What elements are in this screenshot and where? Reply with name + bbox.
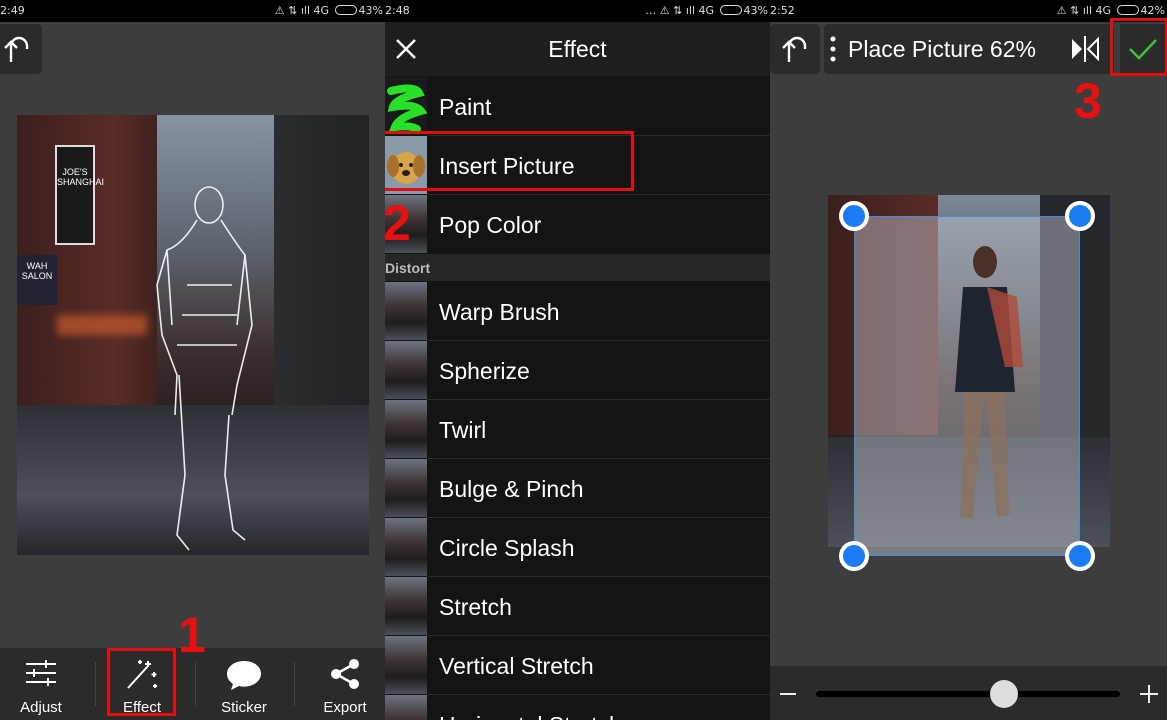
sketch-figure-overlay bbox=[156, 186, 253, 551]
sliders-icon bbox=[26, 660, 56, 686]
battery-level: 43% bbox=[358, 4, 383, 17]
status-time: 2:52 bbox=[770, 4, 795, 17]
speech-bubble-icon bbox=[227, 661, 261, 690]
page-title: Effect bbox=[548, 36, 607, 62]
step-number-1: 1 bbox=[178, 607, 206, 663]
city-thumb bbox=[385, 636, 427, 694]
effect-item-twirl[interactable]: Twirl bbox=[385, 400, 770, 459]
battery-icon bbox=[334, 5, 357, 15]
undo-icon bbox=[4, 36, 29, 62]
city-thumb bbox=[385, 695, 427, 720]
tab-adjust-label: Adjust bbox=[20, 699, 62, 716]
divider bbox=[294, 662, 295, 706]
network-type: 4G bbox=[313, 4, 330, 17]
paint-thumb bbox=[385, 77, 427, 135]
status-bar: 2:49 ⚠ ⇅ ıll 4G 43% bbox=[0, 0, 385, 22]
effect-item-label: Spherize bbox=[439, 358, 530, 384]
section-header-distort: Distort bbox=[385, 254, 770, 281]
tab-sticker-label: Sticker bbox=[221, 699, 267, 716]
plus-icon-vertical bbox=[1148, 685, 1150, 703]
city-thumb bbox=[385, 577, 427, 635]
network-type: 4G bbox=[1095, 4, 1112, 17]
building-right bbox=[274, 115, 369, 445]
neon-glow bbox=[57, 315, 147, 335]
effect-item-stretch[interactable]: Stretch bbox=[385, 577, 770, 636]
status-icons: ⚠ ⇅ ıll 4G 42% bbox=[1056, 4, 1165, 17]
opacity-slider-bar bbox=[770, 666, 1167, 720]
slider-knob[interactable] bbox=[990, 680, 1019, 708]
city-thumb bbox=[385, 518, 427, 576]
person-figure bbox=[955, 246, 1023, 519]
inserted-picture-overlay[interactable] bbox=[854, 216, 1080, 556]
effect-header: Effect bbox=[385, 22, 770, 76]
city-thumb bbox=[385, 459, 427, 517]
status-bar: 2:48 … ⚠ ⇅ ıll 4G 43% bbox=[385, 0, 770, 22]
effect-item-label: Stretch bbox=[439, 594, 512, 620]
effect-item-label: Pop Color bbox=[439, 212, 542, 238]
highlight-effect-tab bbox=[107, 648, 176, 716]
effect-item-label: Bulge & Pinch bbox=[439, 476, 584, 502]
effect-item-bulge-pinch[interactable]: Bulge & Pinch bbox=[385, 459, 770, 518]
effect-item-pop-color[interactable]: Pop Color bbox=[385, 195, 770, 254]
highlight-insert-picture bbox=[385, 131, 634, 191]
effect-item-horizontal-stretch[interactable]: Horizontal Stretch bbox=[385, 695, 770, 720]
resize-handle-bottom-left[interactable] bbox=[839, 541, 869, 571]
tab-export[interactable]: Export bbox=[297, 648, 385, 720]
slider-track[interactable] bbox=[816, 691, 1120, 697]
status-icons: … ⚠ ⇅ ıll 4G 43% bbox=[645, 4, 768, 17]
undo-button[interactable] bbox=[770, 24, 820, 74]
battery-level: 43% bbox=[743, 4, 768, 17]
flip-horizontal-icon[interactable] bbox=[1070, 36, 1100, 62]
effect-item-circle-splash[interactable]: Circle Splash bbox=[385, 518, 770, 577]
salon-sign: WAH SALON bbox=[17, 255, 57, 305]
step-number-2: 2 bbox=[385, 195, 411, 251]
section-label: Distort bbox=[385, 260, 431, 276]
undo-icon bbox=[782, 36, 807, 62]
battery-level: 42% bbox=[1140, 4, 1165, 17]
effect-item-label: Circle Splash bbox=[439, 535, 575, 561]
resize-handle-bottom-right[interactable] bbox=[1065, 541, 1095, 571]
effect-item-label: Paint bbox=[439, 94, 492, 120]
tab-sticker[interactable]: Sticker bbox=[196, 648, 292, 720]
place-picture-screen: 2:52 ⚠ ⇅ ıll 4G 42% Place Picture 62% 3 bbox=[770, 0, 1167, 720]
tab-export-label: Export bbox=[323, 699, 367, 716]
status-time: 2:48 bbox=[385, 4, 410, 17]
share-icon bbox=[331, 659, 359, 689]
page-title: Place Picture 62% bbox=[848, 36, 1036, 62]
more-options-icon[interactable] bbox=[830, 36, 836, 62]
paint-brush-icon bbox=[387, 84, 427, 133]
effect-item-paint[interactable]: Paint bbox=[385, 77, 770, 136]
status-icons: ⚠ ⇅ ıll 4G 43% bbox=[274, 4, 383, 17]
effect-item-vertical-stretch[interactable]: Vertical Stretch bbox=[385, 636, 770, 695]
photo-editor-screen: 2:49 ⚠ ⇅ ıll 4G 43% JOE'S SHANGHAI WAH S… bbox=[0, 0, 385, 720]
place-picture-header: Place Picture 62% bbox=[824, 24, 1114, 74]
battery-icon bbox=[1116, 5, 1139, 15]
status-time: 2:49 bbox=[0, 4, 25, 17]
minus-icon[interactable] bbox=[780, 693, 796, 695]
resize-handle-top-left[interactable] bbox=[839, 201, 869, 231]
resize-handle-top-right[interactable] bbox=[1065, 201, 1095, 231]
effect-item-label: Horizontal Stretch bbox=[439, 712, 622, 720]
tab-adjust[interactable]: Adjust bbox=[0, 648, 89, 720]
effect-item-label: Twirl bbox=[439, 417, 487, 443]
network-type: 4G bbox=[698, 4, 715, 17]
city-thumb bbox=[385, 400, 427, 458]
shanghai-sign: JOE'S SHANGHAI bbox=[55, 145, 104, 245]
effect-item-spherize[interactable]: Spherize bbox=[385, 341, 770, 400]
edited-photo[interactable]: JOE'S SHANGHAI WAH SALON bbox=[17, 115, 369, 555]
city-thumb bbox=[385, 282, 427, 340]
step-number-3: 3 bbox=[1074, 73, 1102, 129]
status-bar: 2:52 ⚠ ⇅ ıll 4G 42% bbox=[770, 0, 1167, 22]
effect-item-label: Warp Brush bbox=[439, 299, 560, 325]
effect-item-label: Vertical Stretch bbox=[439, 653, 594, 679]
city-thumb bbox=[385, 341, 427, 399]
effect-item-warp-brush[interactable]: Warp Brush bbox=[385, 282, 770, 341]
effect-menu-screen: 2:48 … ⚠ ⇅ ıll 4G 43% Effect Paint Inser… bbox=[385, 0, 770, 720]
battery-icon bbox=[719, 5, 742, 15]
highlight-confirm bbox=[1110, 18, 1167, 76]
undo-button[interactable] bbox=[0, 24, 42, 74]
